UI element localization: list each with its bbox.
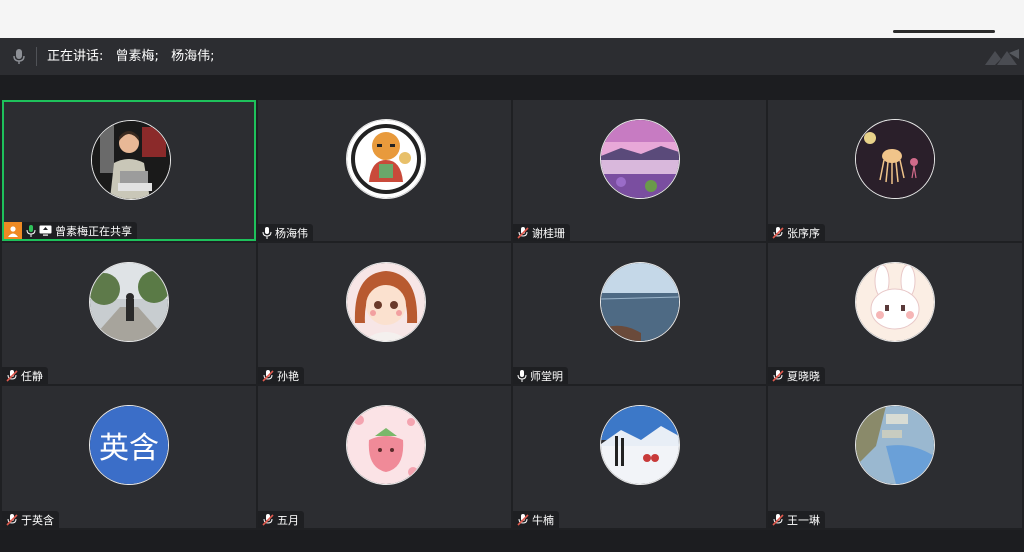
participant-nametag: 孙艳	[258, 367, 304, 384]
participant-tile[interactable]: 张序序	[768, 100, 1022, 241]
participant-nametag: 于英含	[2, 511, 59, 528]
sea-view-icon	[601, 263, 679, 341]
avatar: 英含	[89, 405, 169, 485]
microphone-icon	[26, 224, 36, 237]
avatar	[346, 405, 426, 485]
participant-name: 张序序	[787, 226, 820, 240]
avatar	[855, 262, 935, 342]
speaking-bar: 正在讲话: 曾素梅; 杨海伟;	[0, 38, 1024, 75]
participant-nametag: 曾素梅正在共享	[4, 222, 137, 239]
avatar	[855, 119, 935, 199]
participant-tile[interactable]: 曾素梅正在共享	[2, 100, 256, 241]
photo-woman-icon	[92, 121, 170, 199]
toolbar-gap	[0, 75, 1024, 100]
speaking-label: 正在讲话: 曾素梅; 杨海伟;	[47, 48, 222, 65]
window-top-area	[0, 0, 1024, 38]
muted-microphone-icon	[262, 513, 274, 526]
bunny-cartoon-icon	[856, 263, 934, 341]
participant-nametag: 谢桂珊	[513, 224, 570, 241]
avatar	[600, 262, 680, 342]
participant-tile[interactable]: 王一琳	[768, 386, 1022, 528]
speaker-name: 杨海伟;	[171, 49, 215, 64]
participant-name: 孙艳	[277, 369, 299, 383]
street-photo-icon	[90, 263, 168, 341]
pond-photo-icon	[856, 406, 934, 484]
muted-microphone-icon	[517, 513, 529, 526]
participant-name: 王一琳	[787, 513, 820, 527]
muted-microphone-icon	[6, 513, 18, 526]
microphone-icon[interactable]	[11, 48, 27, 65]
snow-mountain-icon	[601, 406, 679, 484]
participant-name: 杨海伟	[275, 226, 308, 240]
participant-tile[interactable]: 夏晓晓	[768, 243, 1022, 384]
participant-nametag: 王一琳	[768, 511, 825, 528]
participant-tile[interactable]: 牛楠	[513, 386, 766, 528]
muted-microphone-icon	[517, 226, 529, 239]
avatar	[346, 262, 426, 342]
participant-tile[interactable]: 孙艳	[258, 243, 511, 384]
avatar	[89, 262, 169, 342]
muted-microphone-icon	[262, 369, 274, 382]
top-scrollbar-handle[interactable]	[893, 30, 995, 33]
participant-tile[interactable]: 谢桂珊	[513, 100, 766, 241]
cartoon-girl-icon	[347, 263, 425, 341]
lake-landscape-icon	[601, 120, 679, 198]
tiger-cartoon-icon	[347, 120, 425, 198]
avatar	[91, 120, 171, 200]
muted-microphone-icon	[772, 513, 784, 526]
muted-microphone-icon	[6, 369, 18, 382]
participant-name: 谢桂珊	[532, 226, 565, 240]
microphone-icon	[262, 226, 272, 239]
speaking-prefix: 正在讲话:	[47, 49, 104, 64]
muted-microphone-icon	[772, 369, 784, 382]
participant-tile[interactable]: 任静	[2, 243, 256, 384]
speaker-name: 曾素梅;	[115, 49, 159, 64]
participant-name: 夏晓晓	[787, 369, 820, 383]
divider	[36, 47, 37, 66]
avatar	[346, 119, 426, 199]
app-logo-icon	[985, 49, 1019, 65]
person-icon	[4, 222, 22, 239]
participant-name: 牛楠	[532, 513, 554, 527]
screen-share-icon	[39, 225, 52, 236]
participant-tile[interactable]: 英含 于英含	[2, 386, 256, 528]
participant-tile[interactable]: 杨海伟	[258, 100, 511, 241]
muted-microphone-icon	[772, 226, 784, 239]
microphone-icon	[517, 369, 527, 382]
participant-nametag: 五月	[258, 511, 304, 528]
participant-tile[interactable]: 五月	[258, 386, 511, 528]
participant-nametag: 杨海伟	[258, 224, 313, 241]
bottom-bar	[0, 530, 1024, 552]
avatar	[600, 405, 680, 485]
strawberry-cartoon-icon	[347, 406, 425, 484]
avatar	[855, 405, 935, 485]
participant-grid: 曾素梅正在共享 杨海伟 谢桂珊 张序序 任静 孙艳 师堂明 夏晓晓 英含 于英含…	[0, 100, 1024, 530]
participant-nametag: 师堂明	[513, 367, 568, 384]
participant-nametag: 张序序	[768, 224, 825, 241]
jellyfish-icon	[856, 120, 934, 198]
participant-name: 师堂明	[530, 369, 563, 383]
participant-name: 任静	[21, 369, 43, 383]
participant-nametag: 任静	[2, 367, 48, 384]
text-avatar: 英含	[90, 406, 168, 484]
avatar	[600, 119, 680, 199]
participant-nametag: 牛楠	[513, 511, 559, 528]
participant-tile[interactable]: 师堂明	[513, 243, 766, 384]
participant-name: 曾素梅正在共享	[55, 224, 132, 238]
participant-name: 五月	[277, 513, 299, 527]
participant-name: 于英含	[21, 513, 54, 527]
participant-nametag: 夏晓晓	[768, 367, 825, 384]
